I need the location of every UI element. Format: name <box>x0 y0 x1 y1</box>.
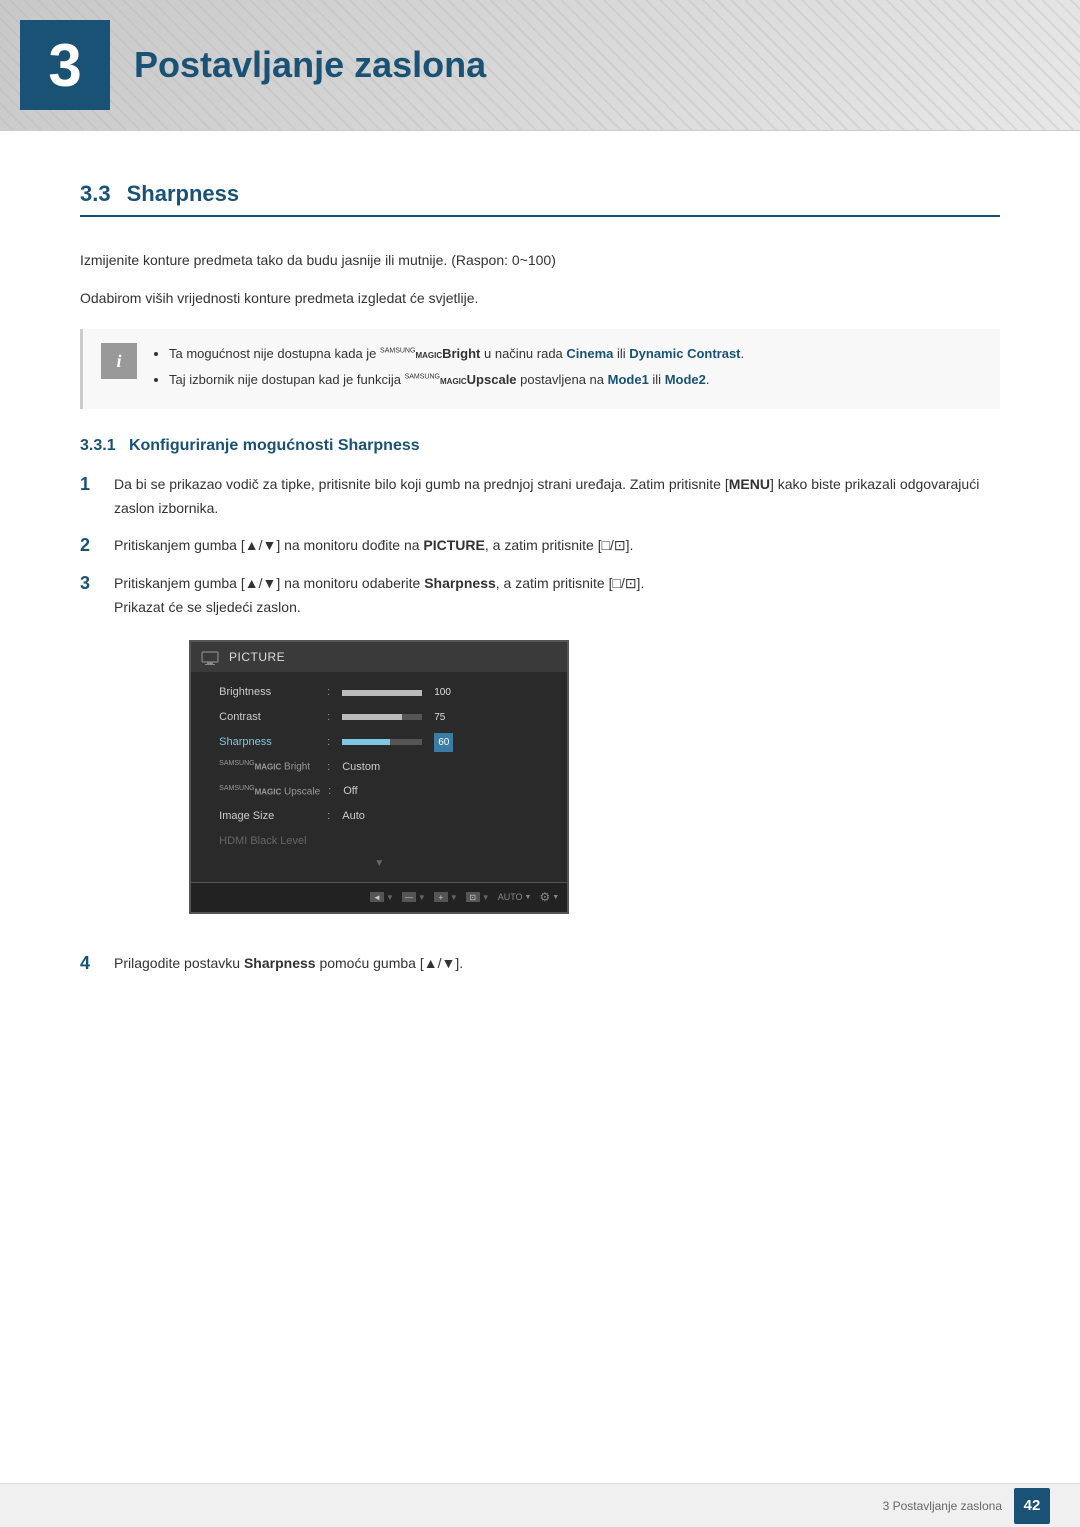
monitor-row-magic-upscale: SAMSUNGMAGIC Upscale : Off <box>191 779 567 804</box>
image-size-value: Auto <box>342 807 365 826</box>
monitor-menu-icon <box>201 650 223 664</box>
monitor-row-sharpness: Sharpness : 60 <box>191 730 567 755</box>
monitor-row-brightness: Brightness : 100 <box>191 680 567 705</box>
steps-list: 1 Da bi se prikazao vodič za tipke, prit… <box>80 473 1000 976</box>
chapter-number: 3 <box>20 20 110 110</box>
sharpness-label: Sharpness <box>219 733 319 752</box>
subsection-heading: 3.3.1 Konfiguriranje mogućnosti Sharpnes… <box>80 437 1000 455</box>
btn-enter: ⊡ ▼ <box>466 891 490 905</box>
page-header: 3 Postavljanje zaslona <box>0 0 1080 131</box>
contrast-label: Contrast <box>219 708 319 727</box>
monitor-row-hdmi: HDMI Black Level <box>191 829 567 854</box>
step-1-number: 1 <box>80 474 100 495</box>
main-content: 3.3 Sharpness Izmijenite konture predmet… <box>0 131 1080 1069</box>
magic-upscale-label: SAMSUNGMAGIC Upscale <box>219 783 320 800</box>
btn-settings: ⚙▼ <box>539 887 559 907</box>
monitor-row-image-size: Image Size : Auto <box>191 804 567 829</box>
subsection-title: Konfiguriranje mogućnosti Sharpness <box>129 437 420 454</box>
note-item-1: Ta mogućnost nije dostupna kada je SAMSU… <box>169 343 744 365</box>
step-3-number: 3 <box>80 573 100 594</box>
description-1: Izmijenite konture predmeta tako da budu… <box>80 249 1000 273</box>
monitor-rows: Brightness : 100 Contrast : 75 <box>191 672 567 882</box>
btn-minus: — ▼ <box>402 891 426 905</box>
step-4: 4 Prilagodite postavku Sharpness pomoću … <box>80 952 1000 976</box>
description-2: Odabirom viših vrijednosti konture predm… <box>80 287 1000 311</box>
svg-text:i: i <box>116 351 121 371</box>
btn-auto: AUTO▼ <box>498 890 532 905</box>
magic-bright-label: SAMSUNGMAGIC Bright <box>219 758 319 775</box>
monitor-container: PICTURE Brightness : 100 <box>114 640 644 914</box>
step-3: 3 Pritiskanjem gumba [▲/▼] na monitoru o… <box>80 572 1000 938</box>
step-2: 2 Pritiskanjem gumba [▲/▼] na monitoru d… <box>80 534 1000 558</box>
step-2-text: Pritiskanjem gumba [▲/▼] na monitoru dođ… <box>114 534 633 558</box>
monitor-btn-bar: ◄ ▼ — ▼ + ▼ ⊡ <box>191 882 567 911</box>
magic-upscale-value: Off <box>343 782 357 801</box>
note-list: Ta mogućnost nije dostupna kada je SAMSU… <box>153 343 744 395</box>
brightness-label: Brightness <box>219 683 319 702</box>
step-4-text: Prilagodite postavku Sharpness pomoću gu… <box>114 952 463 976</box>
monitor-row-contrast: Contrast : 75 <box>191 705 567 730</box>
brightness-value: 100 <box>434 684 451 701</box>
brightness-slider <box>342 690 422 696</box>
footer-label: 3 Postavljanje zaslona <box>883 1499 1002 1513</box>
scroll-indicator: ▼ <box>191 853 567 874</box>
subsection-number: 3.3.1 <box>80 437 116 454</box>
footer-page-number: 42 <box>1014 1488 1050 1524</box>
note-icon: i <box>101 343 137 379</box>
step-3-text: Pritiskanjem gumba [▲/▼] na monitoru oda… <box>114 572 644 938</box>
note-box: i Ta mogućnost nije dostupna kada je SAM… <box>80 329 1000 409</box>
step-4-number: 4 <box>80 953 100 974</box>
monitor-title-bar: PICTURE <box>191 642 567 672</box>
section-heading: 3.3 Sharpness <box>80 181 1000 217</box>
contrast-slider <box>342 714 422 720</box>
btn-left: ◄ ▼ <box>370 891 394 905</box>
monitor-row-magic-bright: SAMSUNGMAGIC Bright : Custom <box>191 755 567 780</box>
hdmi-label: HDMI Black Level <box>219 832 319 851</box>
contrast-value: 75 <box>434 709 445 726</box>
step-1: 1 Da bi se prikazao vodič za tipke, prit… <box>80 473 1000 521</box>
section-number: 3.3 <box>80 181 111 207</box>
monitor-screen: PICTURE Brightness : 100 <box>189 640 569 914</box>
sharpness-slider <box>342 739 422 745</box>
note-item-2: Taj izbornik nije dostupan kad je funkci… <box>169 369 744 391</box>
step-1-text: Da bi se prikazao vodič za tipke, pritis… <box>114 473 1000 521</box>
magic-bright-value: Custom <box>342 758 380 777</box>
btn-plus: + ▼ <box>434 891 458 905</box>
step-2-number: 2 <box>80 535 100 556</box>
section-title: Sharpness <box>127 181 240 207</box>
page-header-title: Postavljanje zaslona <box>134 44 486 86</box>
page-footer: 3 Postavljanje zaslona 42 <box>0 1483 1080 1527</box>
image-size-label: Image Size <box>219 807 319 826</box>
sharpness-value: 60 <box>434 733 453 752</box>
